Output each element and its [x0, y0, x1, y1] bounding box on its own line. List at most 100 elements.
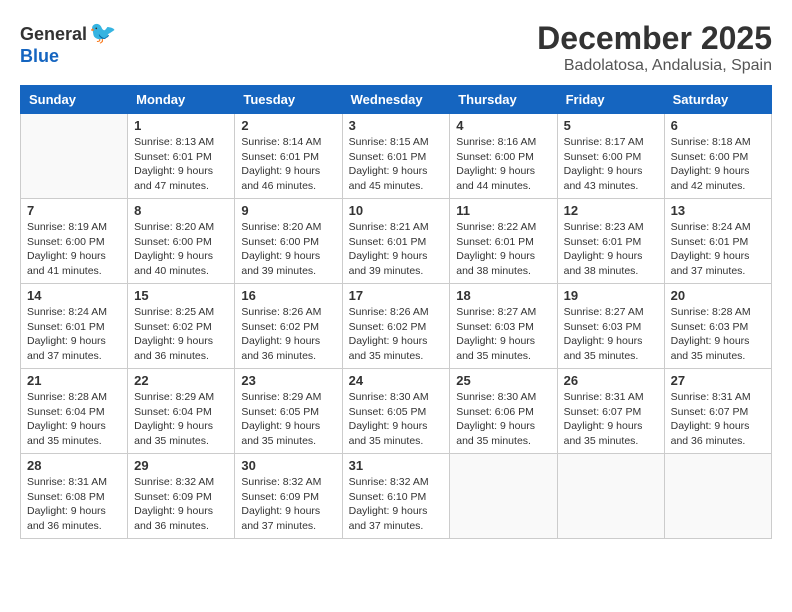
weekday-header-wednesday: Wednesday	[342, 86, 450, 114]
day-number: 15	[134, 288, 228, 303]
calendar-cell	[21, 114, 128, 199]
day-number: 4	[456, 118, 550, 133]
logo-bird-icon: 🐦	[89, 20, 116, 45]
calendar-cell: 27 Sunrise: 8:31 AM Sunset: 6:07 PM Dayli…	[664, 369, 771, 454]
day-info: Sunrise: 8:20 AM Sunset: 6:00 PM Dayligh…	[241, 220, 335, 279]
location-subtitle: Badolatosa, Andalusia, Spain	[537, 57, 772, 75]
day-number: 25	[456, 373, 550, 388]
week-row-5: 28Sunrise: 8:31 AM Sunset: 6:08 PM Dayli…	[21, 454, 772, 539]
calendar-cell	[557, 454, 664, 539]
day-number: 9	[241, 203, 335, 218]
day-info: Sunrise: 8:29 AM Sunset: 6:05 PM Dayligh…	[241, 390, 335, 449]
day-number: 6	[671, 118, 765, 133]
weekday-header-friday: Friday	[557, 86, 664, 114]
calendar-cell: 30 Sunrise: 8:32 AM Sunset: 6:09 PM Dayli…	[235, 454, 342, 539]
calendar-cell: 8Sunrise: 8:20 AM Sunset: 6:00 PM Daylig…	[128, 199, 235, 284]
day-number: 14	[27, 288, 121, 303]
day-number: 13	[671, 203, 765, 218]
calendar-table: SundayMondayTuesdayWednesdayThursdayFrid…	[20, 85, 772, 539]
day-info: Sunrise: 8:32 AM Sunset: 6:10 PM Dayligh…	[349, 475, 444, 534]
calendar-cell: 14Sunrise: 8:24 AM Sunset: 6:01 PM Dayli…	[21, 284, 128, 369]
calendar-cell: 13 Sunrise: 8:24 AM Sunset: 6:01 PM Dayli…	[664, 199, 771, 284]
calendar-cell: 6 Sunrise: 8:18 AM Sunset: 6:00 PM Daylig…	[664, 114, 771, 199]
day-number: 21	[27, 373, 121, 388]
week-row-2: 7 Sunrise: 8:19 AM Sunset: 6:00 PM Daylig…	[21, 199, 772, 284]
week-row-3: 14Sunrise: 8:24 AM Sunset: 6:01 PM Dayli…	[21, 284, 772, 369]
day-number: 27	[671, 373, 765, 388]
day-info: Sunrise: 8:26 AM Sunset: 6:02 PM Dayligh…	[349, 305, 444, 364]
calendar-cell: 10Sunrise: 8:21 AM Sunset: 6:01 PM Dayli…	[342, 199, 450, 284]
calendar-cell: 24 Sunrise: 8:30 AM Sunset: 6:05 PM Dayli…	[342, 369, 450, 454]
day-info: Sunrise: 8:29 AM Sunset: 6:04 PM Dayligh…	[134, 390, 228, 449]
calendar-cell: 2 Sunrise: 8:14 AM Sunset: 6:01 PM Daylig…	[235, 114, 342, 199]
day-number: 17	[349, 288, 444, 303]
day-info: Sunrise: 8:27 AM Sunset: 6:03 PM Dayligh…	[564, 305, 658, 364]
calendar-cell: 28Sunrise: 8:31 AM Sunset: 6:08 PM Dayli…	[21, 454, 128, 539]
day-info: Sunrise: 8:31 AM Sunset: 6:07 PM Dayligh…	[671, 390, 765, 449]
weekday-header-sunday: Sunday	[21, 86, 128, 114]
day-info: Sunrise: 8:32 AM Sunset: 6:09 PM Dayligh…	[134, 475, 228, 534]
calendar-cell: 19 Sunrise: 8:27 AM Sunset: 6:03 PM Dayli…	[557, 284, 664, 369]
day-number: 19	[564, 288, 658, 303]
day-number: 5	[564, 118, 658, 133]
calendar-cell	[450, 454, 557, 539]
day-info: Sunrise: 8:14 AM Sunset: 6:01 PM Dayligh…	[241, 135, 335, 194]
calendar-cell: 31 Sunrise: 8:32 AM Sunset: 6:10 PM Dayli…	[342, 454, 450, 539]
calendar-cell: 21 Sunrise: 8:28 AM Sunset: 6:04 PM Dayli…	[21, 369, 128, 454]
weekday-header-tuesday: Tuesday	[235, 86, 342, 114]
logo-general: General	[20, 24, 87, 44]
weekday-header-thursday: Thursday	[450, 86, 557, 114]
day-info: Sunrise: 8:13 AM Sunset: 6:01 PM Dayligh…	[134, 135, 228, 194]
day-info: Sunrise: 8:31 AM Sunset: 6:08 PM Dayligh…	[27, 475, 121, 534]
calendar-cell: 18 Sunrise: 8:27 AM Sunset: 6:03 PM Dayli…	[450, 284, 557, 369]
calendar-cell: 12 Sunrise: 8:23 AM Sunset: 6:01 PM Dayli…	[557, 199, 664, 284]
calendar-cell: 22 Sunrise: 8:29 AM Sunset: 6:04 PM Dayli…	[128, 369, 235, 454]
calendar-cell: 5 Sunrise: 8:17 AM Sunset: 6:00 PM Daylig…	[557, 114, 664, 199]
day-info: Sunrise: 8:18 AM Sunset: 6:00 PM Dayligh…	[671, 135, 765, 194]
day-number: 12	[564, 203, 658, 218]
day-info: Sunrise: 8:30 AM Sunset: 6:05 PM Dayligh…	[349, 390, 444, 449]
day-number: 3	[349, 118, 444, 133]
day-number: 26	[564, 373, 658, 388]
day-info: Sunrise: 8:26 AM Sunset: 6:02 PM Dayligh…	[241, 305, 335, 364]
calendar-cell: 17 Sunrise: 8:26 AM Sunset: 6:02 PM Dayli…	[342, 284, 450, 369]
weekday-header-row: SundayMondayTuesdayWednesdayThursdayFrid…	[21, 86, 772, 114]
day-number: 2	[241, 118, 335, 133]
logo-blue: Blue	[20, 46, 59, 66]
logo: General🐦 Blue	[20, 20, 116, 67]
title-area: December 2025 Badolatosa, Andalusia, Spa…	[537, 20, 772, 75]
day-info: Sunrise: 8:20 AM Sunset: 6:00 PM Dayligh…	[134, 220, 228, 279]
day-info: Sunrise: 8:24 AM Sunset: 6:01 PM Dayligh…	[671, 220, 765, 279]
calendar-cell: 25 Sunrise: 8:30 AM Sunset: 6:06 PM Dayli…	[450, 369, 557, 454]
day-info: Sunrise: 8:28 AM Sunset: 6:04 PM Dayligh…	[27, 390, 121, 449]
page-header: General🐦 Blue December 2025 Badolatosa, …	[20, 20, 772, 75]
day-info: Sunrise: 8:30 AM Sunset: 6:06 PM Dayligh…	[456, 390, 550, 449]
calendar-cell: 23Sunrise: 8:29 AM Sunset: 6:05 PM Dayli…	[235, 369, 342, 454]
weekday-header-saturday: Saturday	[664, 86, 771, 114]
day-number: 18	[456, 288, 550, 303]
calendar-cell: 7 Sunrise: 8:19 AM Sunset: 6:00 PM Daylig…	[21, 199, 128, 284]
calendar-cell: 20Sunrise: 8:28 AM Sunset: 6:03 PM Dayli…	[664, 284, 771, 369]
day-number: 24	[349, 373, 444, 388]
weekday-header-monday: Monday	[128, 86, 235, 114]
day-number: 7	[27, 203, 121, 218]
day-number: 22	[134, 373, 228, 388]
day-info: Sunrise: 8:27 AM Sunset: 6:03 PM Dayligh…	[456, 305, 550, 364]
calendar-cell: 26Sunrise: 8:31 AM Sunset: 6:07 PM Dayli…	[557, 369, 664, 454]
day-info: Sunrise: 8:15 AM Sunset: 6:01 PM Dayligh…	[349, 135, 444, 194]
day-number: 10	[349, 203, 444, 218]
day-number: 16	[241, 288, 335, 303]
day-info: Sunrise: 8:23 AM Sunset: 6:01 PM Dayligh…	[564, 220, 658, 279]
month-title: December 2025	[537, 20, 772, 57]
day-info: Sunrise: 8:16 AM Sunset: 6:00 PM Dayligh…	[456, 135, 550, 194]
day-number: 31	[349, 458, 444, 473]
calendar-cell: 9 Sunrise: 8:20 AM Sunset: 6:00 PM Daylig…	[235, 199, 342, 284]
day-info: Sunrise: 8:32 AM Sunset: 6:09 PM Dayligh…	[241, 475, 335, 534]
day-info: Sunrise: 8:17 AM Sunset: 6:00 PM Dayligh…	[564, 135, 658, 194]
day-info: Sunrise: 8:25 AM Sunset: 6:02 PM Dayligh…	[134, 305, 228, 364]
week-row-1: 1Sunrise: 8:13 AM Sunset: 6:01 PM Daylig…	[21, 114, 772, 199]
day-number: 30	[241, 458, 335, 473]
day-info: Sunrise: 8:19 AM Sunset: 6:00 PM Dayligh…	[27, 220, 121, 279]
day-info: Sunrise: 8:28 AM Sunset: 6:03 PM Dayligh…	[671, 305, 765, 364]
calendar-cell: 16 Sunrise: 8:26 AM Sunset: 6:02 PM Dayli…	[235, 284, 342, 369]
